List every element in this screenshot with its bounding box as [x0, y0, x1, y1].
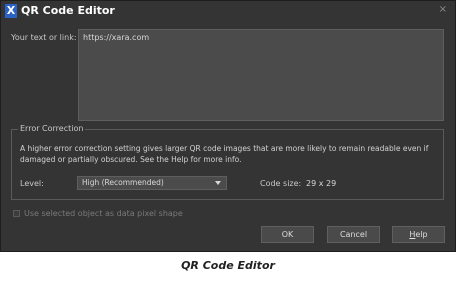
help-button[interactable]: Help: [392, 226, 445, 243]
level-select[interactable]: High (Recommended): [77, 176, 227, 190]
level-selected-value: High (Recommended): [82, 178, 164, 187]
xara-icon: X: [5, 4, 17, 18]
code-size-value: 29 x 29: [306, 179, 337, 188]
level-label: Level:: [20, 179, 44, 188]
figure-caption: QR Code Editor: [181, 259, 275, 272]
error-correction-group: Error Correction A higher error correcti…: [11, 124, 444, 200]
dialog-title: QR Code Editor: [21, 4, 115, 17]
data-pixel-shape-label: Use selected object as data pixel shape: [24, 209, 183, 218]
title-bar: X QR Code Editor ×: [1, 1, 455, 21]
code-size-label: Code size:: [260, 179, 302, 188]
help-label-rest: elp: [415, 230, 428, 239]
qr-code-editor-dialog: X QR Code Editor × Your text or link: ht…: [0, 0, 456, 252]
error-correction-description: A higher error correction setting gives …: [20, 144, 429, 164]
chevron-down-icon: [215, 181, 221, 185]
error-correction-title: Error Correction: [18, 124, 86, 134]
text-or-link-input[interactable]: https://xara.com: [78, 29, 444, 121]
ok-button[interactable]: OK: [261, 226, 314, 243]
data-pixel-shape-checkbox[interactable]: [13, 210, 20, 217]
text-field-label: Your text or link:: [11, 33, 77, 42]
cancel-button[interactable]: Cancel: [327, 226, 380, 243]
close-icon[interactable]: ×: [439, 4, 447, 16]
